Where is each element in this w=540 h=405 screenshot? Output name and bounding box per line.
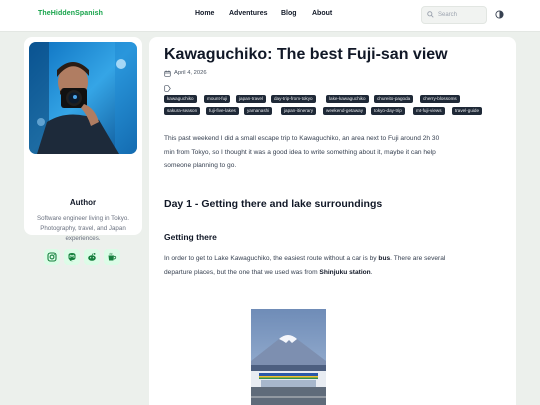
- nav-blog[interactable]: Blog: [281, 10, 297, 17]
- bold-text: bus: [378, 255, 391, 262]
- tag[interactable]: day-trip-from-tokyo: [271, 95, 316, 103]
- calendar-icon: [164, 70, 171, 77]
- author-avatar: [29, 42, 137, 154]
- nav-home[interactable]: Home: [195, 10, 214, 17]
- search-icon: [427, 11, 434, 18]
- nav-adventures[interactable]: Adventures: [229, 10, 268, 17]
- tag[interactable]: weekend-getaway: [323, 107, 367, 115]
- section-heading: Day 1 - Getting there and lake surroundi…: [164, 198, 383, 210]
- tag[interactable]: mt-fuji-views: [413, 107, 445, 115]
- tag[interactable]: cherry-blossoms: [420, 95, 460, 103]
- tag[interactable]: lake-kawaguchiko: [326, 95, 369, 103]
- author-bio: Software engineer living in Tokyo. Photo…: [36, 215, 130, 242]
- author-card: Author Software engineer living in Tokyo…: [24, 37, 142, 265]
- tag[interactable]: fuji-five-lakes: [206, 107, 239, 115]
- reddit-icon: [88, 253, 96, 261]
- top-navigation-bar: TheHiddenSpanish Home Adventures Blog Ab…: [0, 0, 540, 32]
- theme-toggle-icon[interactable]: [495, 10, 504, 19]
- tag[interactable]: chureito-pagoda: [374, 95, 414, 103]
- paragraph-text: In order to get to Lake Kawaguchiko, the…: [164, 255, 379, 262]
- subsection-heading: Getting there: [164, 232, 217, 242]
- coffee-icon: [108, 252, 117, 261]
- tag-icon: [164, 85, 171, 92]
- instagram-link[interactable]: [44, 249, 60, 265]
- author-label: Author: [69, 198, 97, 207]
- paragraph-text: .: [370, 268, 373, 276]
- coffee-link[interactable]: [104, 249, 120, 265]
- post-date-text: April 4, 2026: [174, 70, 207, 76]
- tag[interactable]: sakura-season: [164, 107, 201, 115]
- post-intro: This past weekend I did a small escape t…: [164, 135, 440, 169]
- tag[interactable]: travel-guide: [452, 107, 483, 115]
- reddit-link[interactable]: [84, 249, 100, 265]
- mastodon-icon: [68, 253, 76, 262]
- bold-text: Shinjuku station: [319, 268, 371, 276]
- instagram-icon: [47, 252, 57, 262]
- tag[interactable]: tokyo-day-trip: [371, 107, 405, 115]
- tag[interactable]: yamanashi: [244, 107, 273, 115]
- article-card: Kawaguchiko: The best Fuji-san view Apri…: [149, 37, 516, 405]
- post-title: Kawaguchiko: The best Fuji-san view: [164, 46, 448, 63]
- tag[interactable]: japan-itinerary: [281, 107, 317, 115]
- post-paragraph: In order to get to Lake Kawaguchiko, the…: [164, 252, 464, 279]
- social-links: [44, 249, 122, 265]
- tag[interactable]: mount-fuji: [204, 95, 231, 103]
- tag[interactable]: japan-travel: [236, 95, 267, 103]
- search-input[interactable]: Search: [421, 6, 487, 24]
- brand-logo[interactable]: TheHiddenSpanish: [38, 10, 103, 17]
- tag[interactable]: kawaguchiko: [164, 95, 197, 103]
- search-placeholder: Search: [438, 11, 458, 18]
- fuji-photo: [251, 309, 326, 405]
- nav-about[interactable]: About: [312, 10, 332, 17]
- mastodon-link[interactable]: [64, 249, 80, 265]
